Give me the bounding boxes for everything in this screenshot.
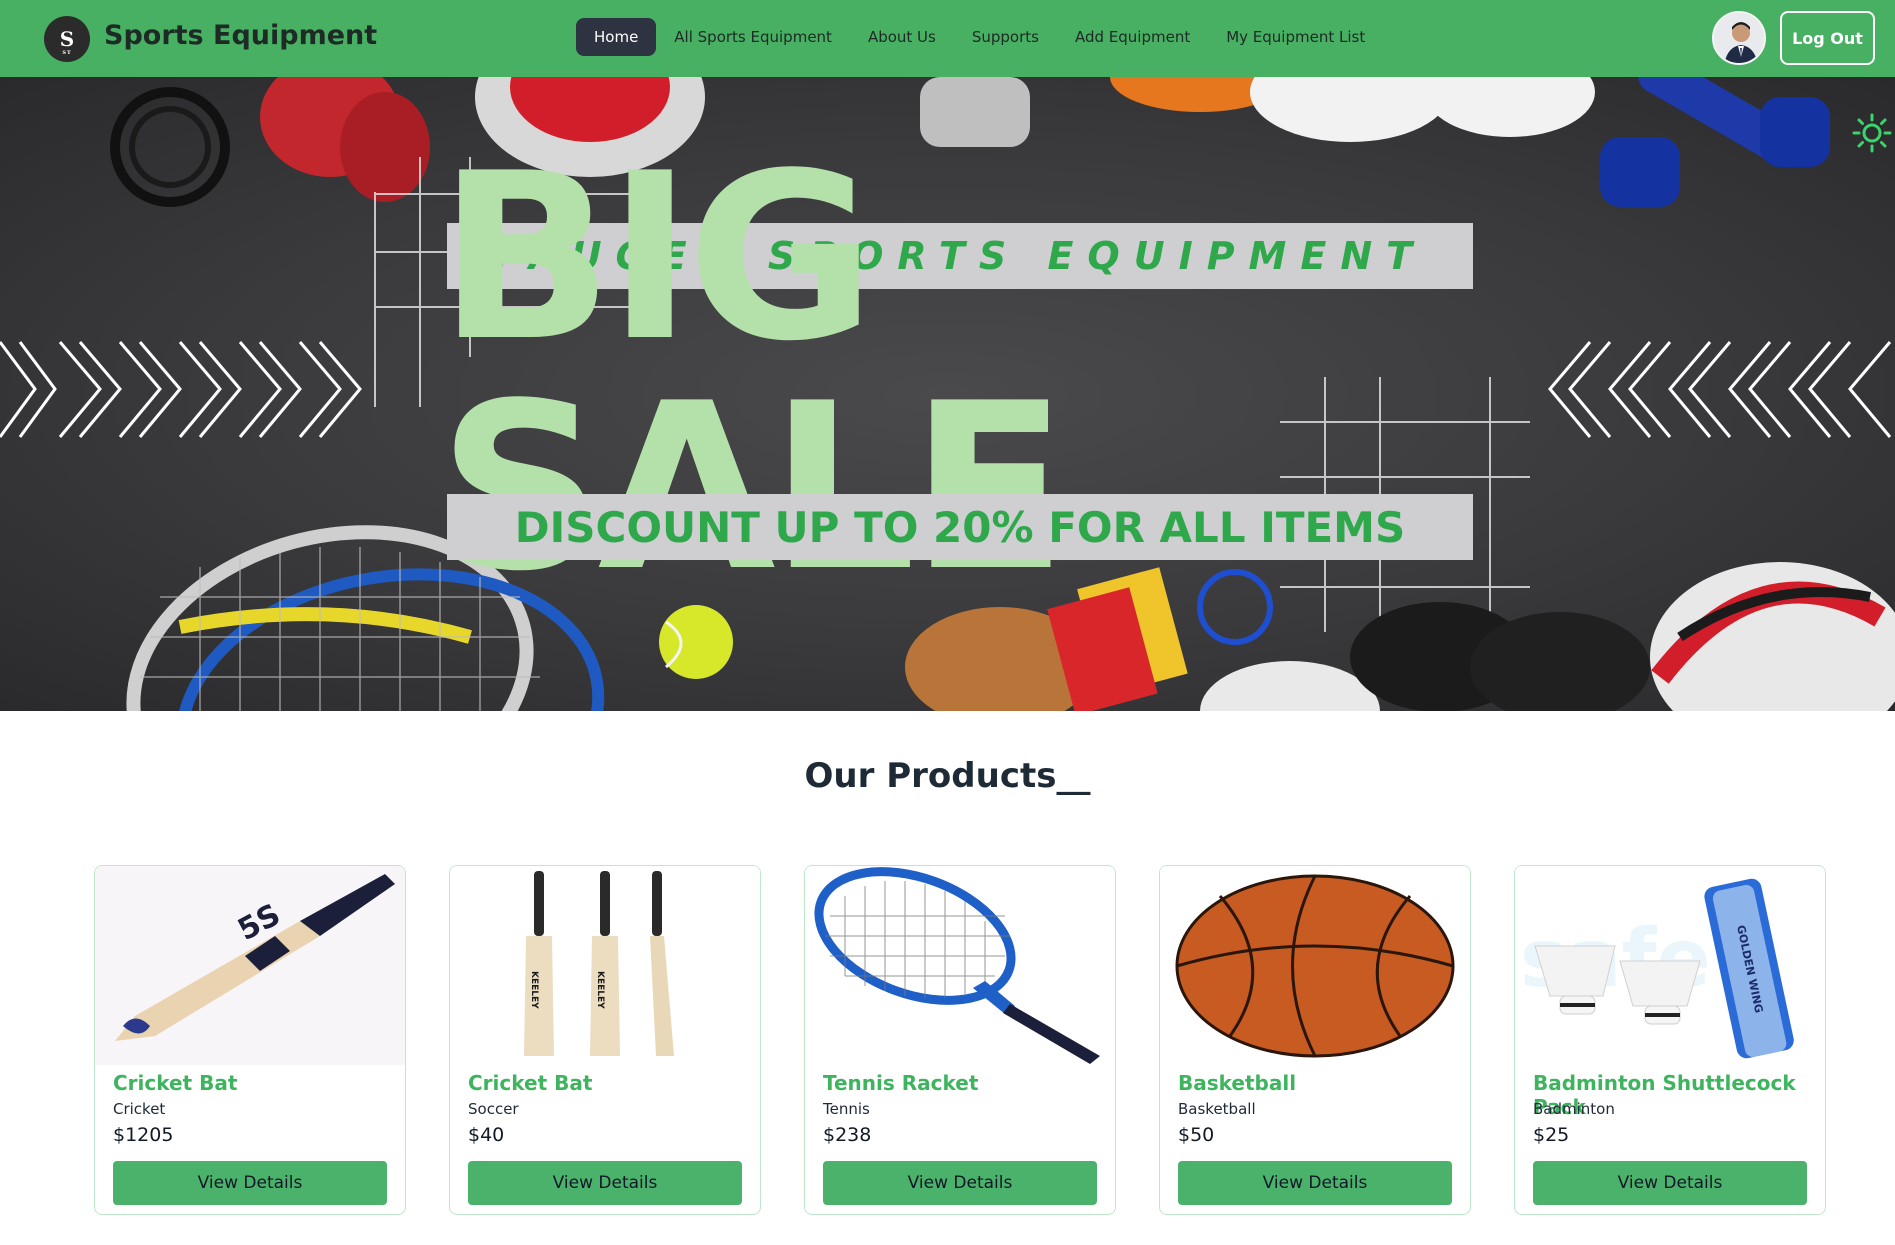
product-title: Tennis Racket <box>823 1071 979 1095</box>
nav-link-supports[interactable]: Supports <box>954 18 1057 56</box>
product-title: Cricket Bat <box>113 1071 238 1095</box>
product-card: safe GOLDEN WING Badminton Shuttlecock P… <box>1514 865 1826 1215</box>
product-price: $50 <box>1178 1124 1215 1146</box>
logo[interactable]: S ST <box>44 16 90 62</box>
nav-link-about-us[interactable]: About Us <box>850 18 954 56</box>
view-details-button[interactable]: View Details <box>468 1161 742 1205</box>
product-card: 5S Cricket Bat Cricket $1205 View Detail… <box>94 865 406 1215</box>
navbar: S ST Sports Equipment Home All Sports Eq… <box>0 0 1895 77</box>
product-image-shuttlecock-pack[interactable]: safe GOLDEN WING <box>1515 866 1825 1065</box>
nav-link-all-sports-equipment[interactable]: All Sports Equipment <box>656 18 850 56</box>
product-card: Basketball Basketball $50 View Details <box>1159 865 1471 1215</box>
sun-icon[interactable] <box>1852 113 1892 153</box>
product-image-cricket-bat[interactable]: 5S <box>95 866 405 1065</box>
nav-menu: Home All Sports Equipment About Us Suppo… <box>576 18 1383 56</box>
hero-banner: FAUGET SPORTS EQUIPMENT BIG SALE DISCOUN… <box>0 77 1895 711</box>
product-price: $25 <box>1533 1124 1570 1146</box>
product-card: Tennis Racket Tennis $238 View Details <box>804 865 1116 1215</box>
logo-subtext: ST <box>62 50 72 56</box>
product-category: Soccer <box>468 1100 519 1118</box>
nav-link-home[interactable]: Home <box>576 18 657 56</box>
products-section-title: Our Products__ <box>804 756 1091 796</box>
product-category: Cricket <box>113 1100 166 1118</box>
view-details-button[interactable]: View Details <box>1178 1161 1452 1205</box>
svg-text:KEELEY: KEELEY <box>595 971 605 1009</box>
product-price: $40 <box>468 1124 505 1146</box>
product-category: Badminton <box>1533 1100 1615 1118</box>
product-image-cricket-bats[interactable]: KEELEY KEELEY <box>450 866 760 1065</box>
product-image-tennis-racket[interactable] <box>805 866 1115 1065</box>
view-details-button[interactable]: View Details <box>823 1161 1097 1205</box>
logo-letter: S <box>59 27 75 51</box>
product-category: Tennis <box>823 1100 870 1118</box>
product-title: Cricket Bat <box>468 1071 593 1095</box>
nav-link-add-equipment[interactable]: Add Equipment <box>1057 18 1208 56</box>
product-category: Basketball <box>1178 1100 1256 1118</box>
view-details-button[interactable]: View Details <box>1533 1161 1807 1205</box>
product-title: Basketball <box>1178 1071 1297 1095</box>
svg-text:KEELEY: KEELEY <box>529 971 539 1009</box>
brand-title[interactable]: Sports Equipment <box>104 20 377 51</box>
product-price: $238 <box>823 1124 872 1146</box>
hero-headline: BIG SALE <box>438 144 1067 622</box>
product-price: $1205 <box>113 1124 174 1146</box>
user-avatar[interactable] <box>1712 11 1766 65</box>
product-card: KEELEY KEELEY Cricket Bat Soccer $40 Vie… <box>449 865 761 1215</box>
product-image-basketball[interactable] <box>1160 866 1470 1065</box>
nav-link-my-equipment-list[interactable]: My Equipment List <box>1208 18 1383 56</box>
hero-discount-text: DISCOUNT UP TO 20% FOR ALL ITEMS <box>447 494 1473 560</box>
logout-button[interactable]: Log Out <box>1780 11 1875 65</box>
view-details-button[interactable]: View Details <box>113 1161 387 1205</box>
